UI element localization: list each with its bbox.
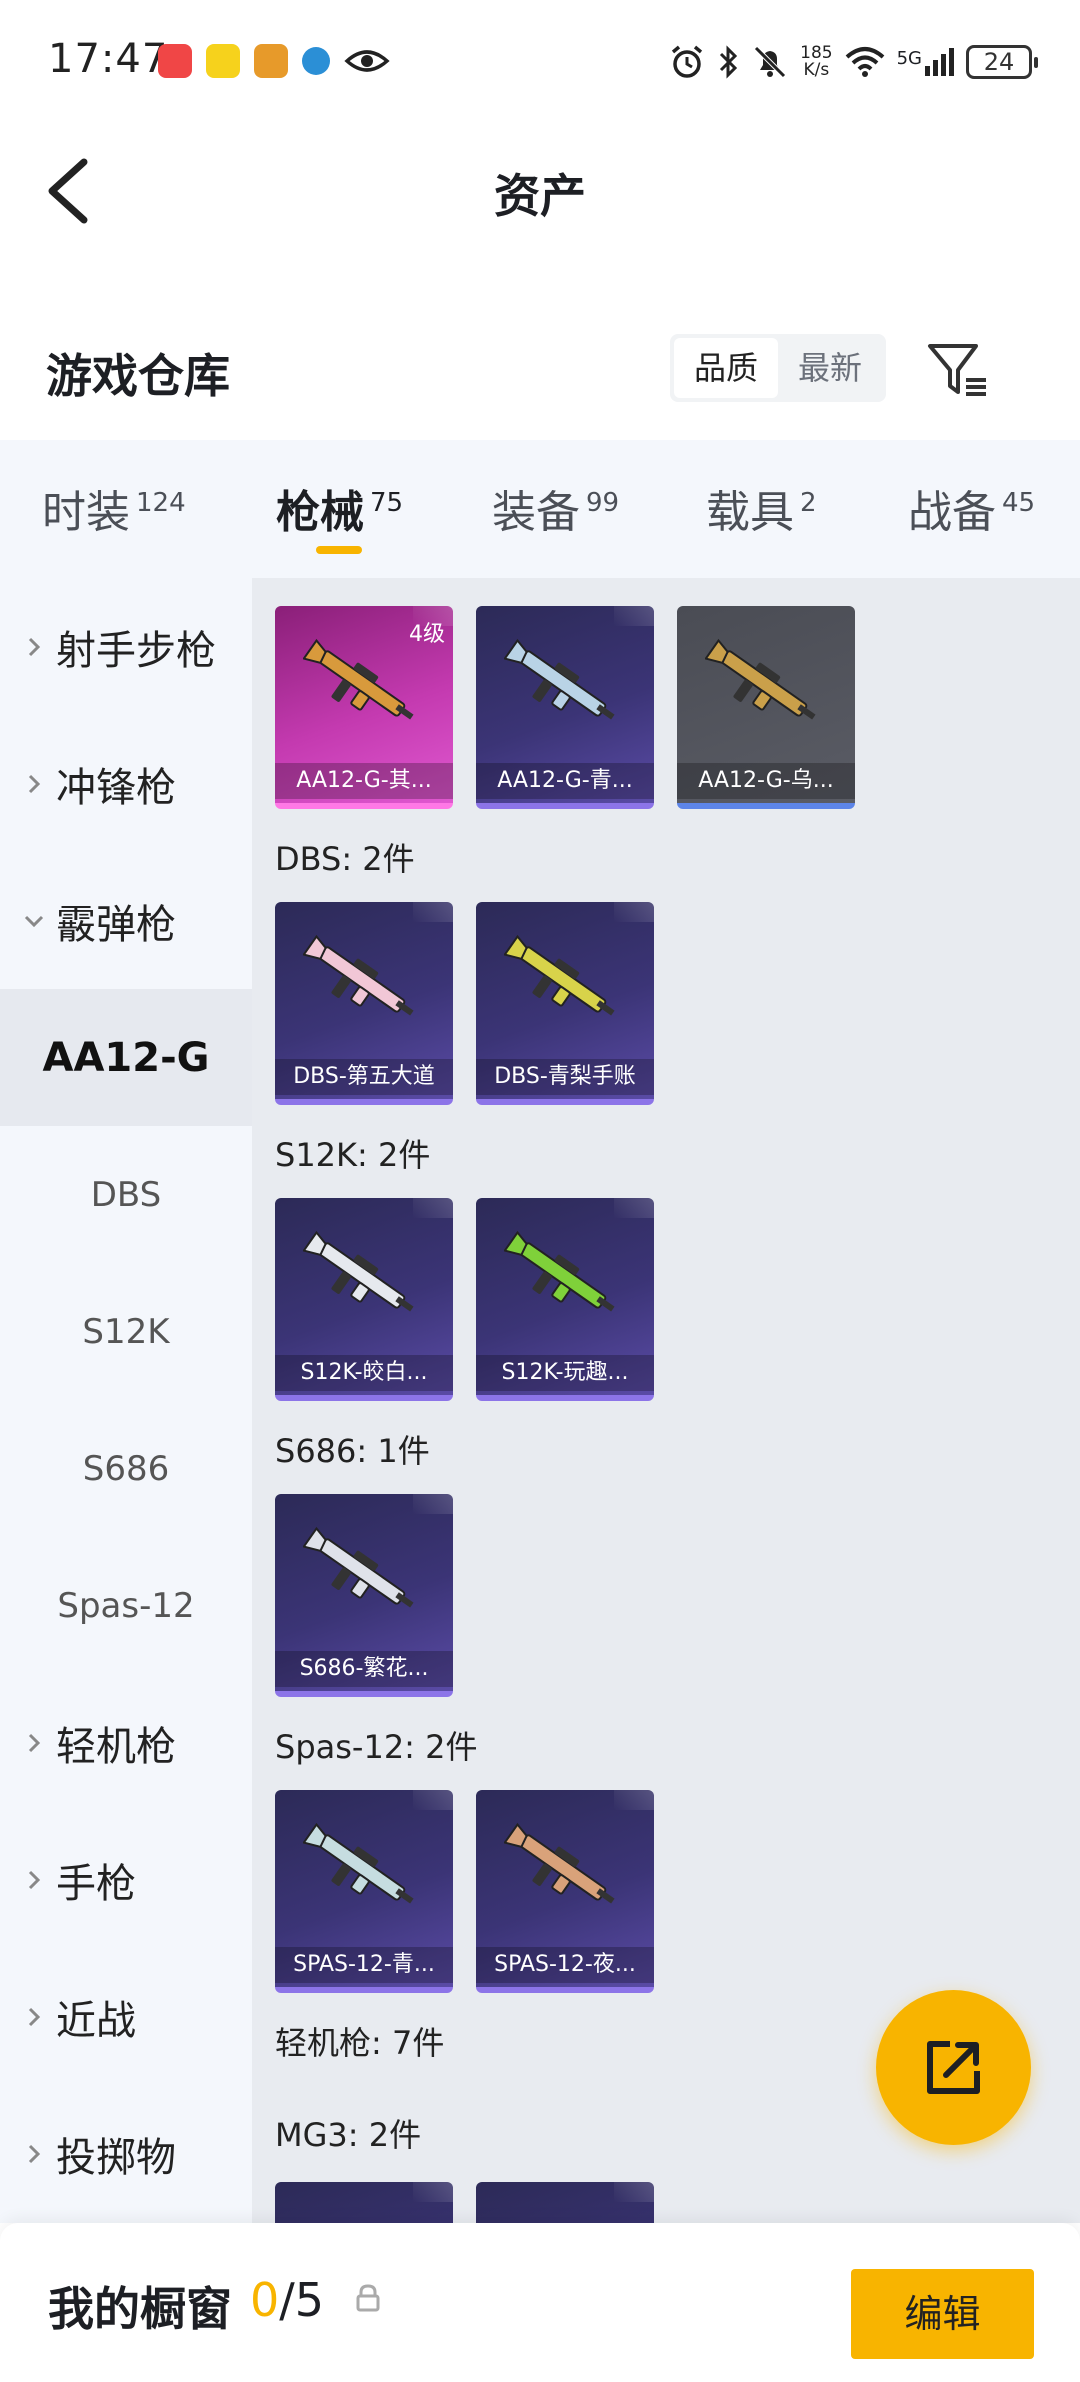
skin-name: AA12-G-青...: [476, 763, 654, 799]
skin-card[interactable]: S12K-玩趣...: [476, 1198, 654, 1401]
share-button[interactable]: [876, 1990, 1031, 2145]
skin-card[interactable]: S686-繁花...: [275, 1494, 453, 1697]
skin-card[interactable]: AA12-G-乌...: [677, 606, 855, 809]
weapon-skin-image: [303, 934, 414, 1016]
skin-name: S12K-玩趣...: [476, 1355, 654, 1391]
sidebar-item-lmg[interactable]: 轻机枪: [0, 1674, 252, 1811]
filter-icon[interactable]: [924, 340, 990, 400]
skin-name: DBS-青梨手账: [476, 1059, 654, 1095]
browser-icon: [302, 47, 330, 75]
weapon-skin-image: [504, 1822, 615, 1904]
sidebar-item-pistol[interactable]: 手枪: [0, 1811, 252, 1948]
bluetooth-icon: [720, 45, 738, 79]
chevron-right-icon: [28, 1870, 41, 1889]
active-tab-indicator: [316, 546, 362, 554]
mute-bell-icon: [754, 46, 786, 78]
skin-name: SPAS-12-青...: [275, 1947, 453, 1983]
top-header: 资产: [0, 120, 1080, 250]
skin-name: SPAS-12-夜...: [476, 1947, 654, 1983]
group-title: S12K: 2件: [275, 1136, 431, 1174]
weapon-skin-image: [705, 638, 816, 720]
sidebar-item-shotgun[interactable]: 霰弹枪: [0, 852, 252, 989]
tab-vehicles[interactable]: 载具 2: [706, 476, 817, 540]
skin-card[interactable]: SPAS-12-夜...: [476, 1790, 654, 1993]
section-title: 游戏仓库: [46, 349, 230, 403]
skin-name: AA12-G-乌...: [677, 763, 855, 799]
app-notification-icon: [206, 44, 240, 78]
chevron-right-icon: [28, 2144, 41, 2163]
weapon-skin-image: [303, 1230, 414, 1312]
skin-card[interactable]: S12K-皎白...: [275, 1198, 453, 1401]
sidebar-item-aa12g[interactable]: AA12-G: [0, 989, 252, 1126]
battery-indicator: 24: [966, 45, 1038, 79]
weapon-skin-image: [303, 1526, 414, 1608]
eye-icon: [344, 50, 390, 72]
weapon-skin-image: [504, 934, 615, 1016]
skin-card[interactable]: [476, 2182, 654, 2223]
weapon-skin-image: [504, 1230, 615, 1312]
weapon-skin-grid: 4级 AA12-G-其... AA12-G-青... AA12-G-乌... D…: [252, 578, 1080, 2223]
sidebar-item-dbs[interactable]: DBS: [0, 1126, 252, 1263]
group-title: S686: 1件: [275, 1432, 430, 1470]
skin-name: S12K-皎白...: [275, 1355, 453, 1391]
sidebar-item-throwables[interactable]: 投掷物: [0, 2085, 252, 2222]
warehouse-header: 游戏仓库 品质 最新: [0, 320, 1080, 440]
sidebar-item-spas12[interactable]: Spas-12: [0, 1537, 252, 1674]
app-notification-icon: [254, 44, 288, 78]
showcase-title: 我的橱窗: [48, 2282, 232, 2336]
skin-name: DBS-第五大道: [275, 1059, 453, 1095]
signal-icon: 5G: [897, 48, 954, 76]
group-title: MG3: 2件: [275, 2116, 422, 2154]
skin-card[interactable]: 4级 AA12-G-其...: [275, 606, 453, 809]
chevron-down-icon: [24, 915, 44, 927]
chevron-right-icon: [28, 637, 41, 656]
sort-by-newest[interactable]: 最新: [778, 338, 882, 398]
skin-card[interactable]: SPAS-12-青...: [275, 1790, 453, 1993]
assets-page: 17:47 185 K/s 5G 24 资产 游戏仓库 品质 最新 时装 124…: [0, 0, 1080, 2382]
weapon-category-sidebar: 射手步枪 冲锋枪 霰弹枪 AA12-G DBS S12K S686 Spas-1…: [0, 578, 252, 2223]
tab-firearms[interactable]: 枪械 75: [276, 476, 403, 540]
skin-card[interactable]: DBS-青梨手账: [476, 902, 654, 1105]
skin-name: AA12-G-其...: [275, 763, 453, 799]
group-title: DBS: 2件: [275, 840, 415, 878]
chevron-right-icon: [28, 2007, 41, 2026]
wifi-icon: [845, 47, 884, 77]
tab-supplies[interactable]: 战备 45: [908, 476, 1035, 540]
sort-toggle: 品质 最新: [670, 334, 887, 402]
status-icons: 185 K/s 5G 24: [668, 38, 1038, 86]
sidebar-item-smg[interactable]: 冲锋枪: [0, 715, 252, 852]
network-speed: 185 K/s: [800, 43, 833, 80]
app-notification-icon: [158, 44, 192, 78]
sidebar-item-s686[interactable]: S686: [0, 1400, 252, 1537]
level-badge: 4级: [409, 622, 445, 647]
status-bar: 17:47 185 K/s 5G 24: [0, 0, 1080, 120]
skin-card[interactable]: [275, 2182, 453, 2223]
weapon-skin-image: [303, 638, 414, 720]
tab-equipment[interactable]: 装备 99: [492, 476, 619, 540]
sidebar-item-melee[interactable]: 近战: [0, 1948, 252, 2085]
skin-card[interactable]: DBS-第五大道: [275, 902, 453, 1105]
chevron-right-icon: [28, 1733, 41, 1752]
sidebar-item-s12k[interactable]: S12K: [0, 1263, 252, 1400]
tab-fashion[interactable]: 时装 124: [42, 476, 186, 540]
edit-button[interactable]: 编辑: [851, 2269, 1034, 2359]
group-title: Spas-12: 2件: [275, 1728, 478, 1766]
page-title: 资产: [494, 169, 586, 223]
skin-card[interactable]: AA12-G-青...: [476, 606, 654, 809]
group-title: 轻机枪: 7件: [275, 2024, 445, 2062]
share-export-icon: [927, 2041, 980, 2094]
weapon-skin-image: [303, 1822, 414, 1904]
weapon-skin-image: [504, 638, 615, 720]
category-tabs: 时装 124 枪械 75 装备 99 载具 2 战备 45: [0, 440, 1080, 578]
chevron-right-icon: [28, 774, 41, 793]
skin-name: S686-繁花...: [275, 1651, 453, 1687]
status-time: 17:47: [48, 36, 169, 82]
sidebar-item-marksman[interactable]: 射手步枪: [0, 578, 252, 715]
showcase-bar: 我的橱窗 0/5 编辑: [0, 2223, 1080, 2382]
sort-by-quality[interactable]: 品质: [674, 338, 779, 398]
showcase-count: 0/5: [250, 2273, 325, 2327]
alarm-icon: [672, 45, 703, 78]
lock-icon: [356, 2284, 380, 2312]
